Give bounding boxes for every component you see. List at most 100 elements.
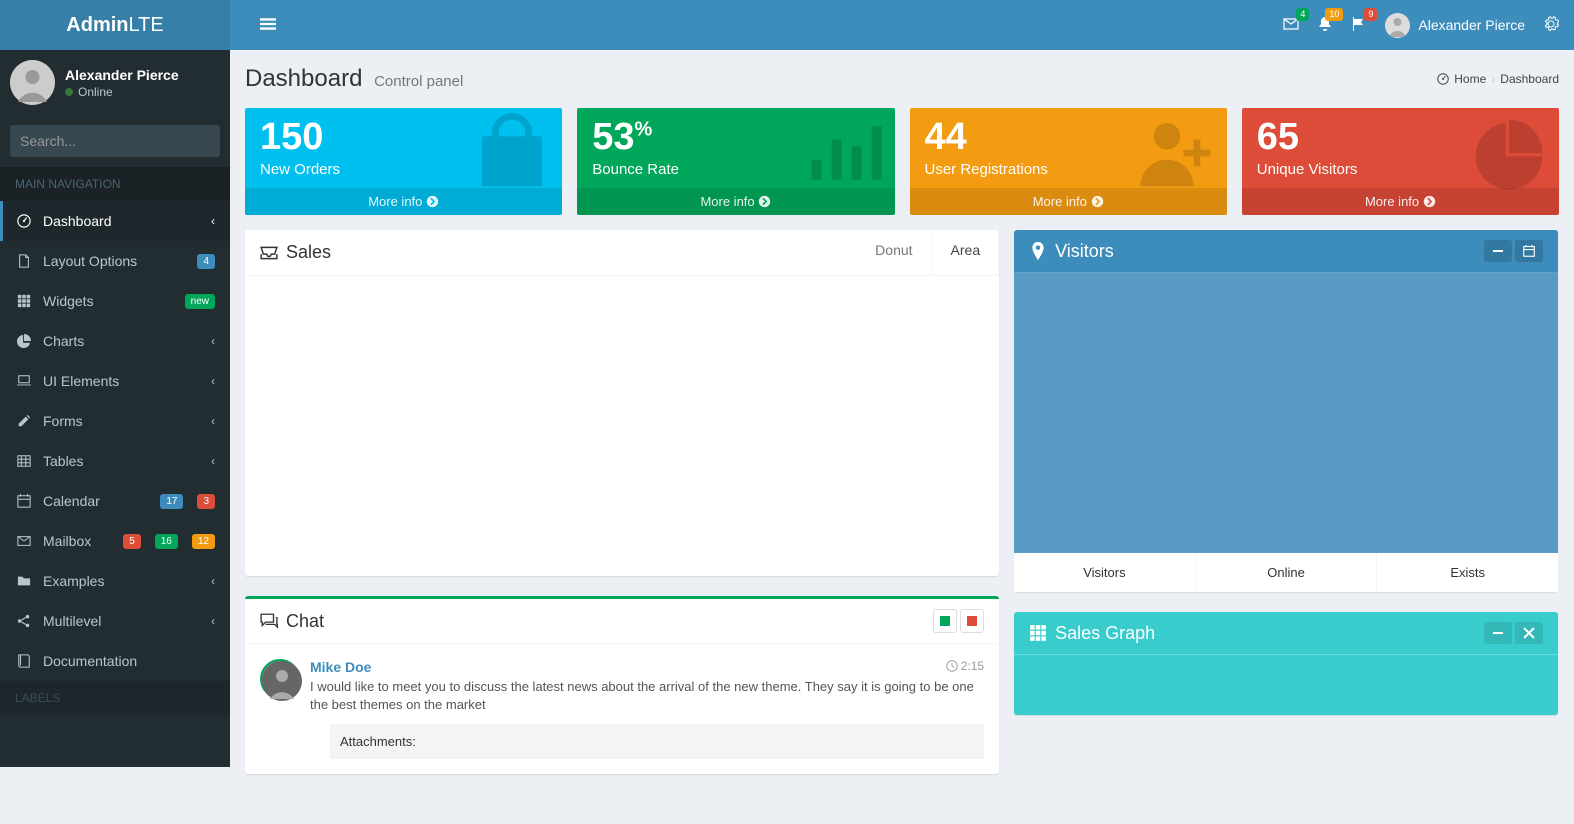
content: 150 New Orders More info 53% Bounce Rate… [230, 93, 1574, 824]
visitors-map-body[interactable] [1014, 273, 1558, 553]
chevron-left-icon: ‹ [211, 214, 215, 228]
sidebar-menu: Dashboard ‹ Layout Options 4 Widgets new… [0, 201, 230, 681]
minus-icon [1492, 245, 1504, 257]
map-marker-icon [1029, 242, 1047, 260]
sidebar-item-multilevel[interactable]: Multilevel ‹ [0, 601, 230, 641]
share-icon [15, 613, 33, 629]
pie-chart-icon [15, 333, 33, 349]
person-add-icon [1137, 113, 1217, 209]
sidebar-item-tables[interactable]: Tables ‹ [0, 441, 230, 481]
chevron-left-icon: ‹ [211, 574, 215, 588]
sidebar-item-layout[interactable]: Layout Options 4 [0, 241, 230, 281]
visitors-stat-1: Visitors [1014, 553, 1196, 592]
visitors-footer: Visitors Online Exists [1014, 553, 1558, 592]
sidebar-user-status[interactable]: Online [65, 85, 179, 99]
main-row: Sales Donut Area Chat [245, 230, 1559, 794]
stat-user-registrations: 44 User Registrations More info [910, 108, 1227, 215]
sidebar-search-button[interactable] [211, 125, 220, 157]
sales-graph-box: Sales Graph [1014, 612, 1558, 715]
sidebar-nav-header: MAIN NAVIGATION [0, 167, 230, 201]
tasks-menu[interactable]: 9 [1351, 16, 1367, 35]
tasks-badge: 9 [1364, 8, 1377, 21]
visitors-box: Visitors Visitors Online Exists [1014, 230, 1558, 592]
book-icon [15, 653, 33, 669]
sidebar-item-ui-elements[interactable]: UI Elements ‹ [0, 361, 230, 401]
messages-menu[interactable]: 4 [1283, 16, 1299, 35]
tab-area[interactable]: Area [932, 230, 1000, 275]
sidebar-user-avatar [10, 60, 55, 105]
chat-body: Mike Doe 2:15 I would like to meet you t… [245, 644, 999, 774]
th-icon [1029, 624, 1047, 642]
user-menu[interactable]: Alexander Pierce [1385, 13, 1525, 38]
calendar-badge-1: 17 [160, 494, 183, 509]
box-calendar-button[interactable] [1515, 240, 1543, 262]
box-remove-button[interactable] [1515, 622, 1543, 644]
control-sidebar-toggle[interactable] [1543, 16, 1559, 35]
minus-icon [1492, 627, 1504, 639]
edit-icon [15, 413, 33, 429]
chat-message-text: I would like to meet you to discuss the … [310, 678, 984, 714]
square-green-icon [940, 616, 950, 626]
inbox-icon [260, 244, 278, 262]
stat-unique-visitors: 65 Unique Visitors More info [1242, 108, 1559, 215]
box-collapse-button[interactable] [1484, 240, 1512, 262]
envelope-icon [15, 533, 33, 549]
laptop-icon [15, 373, 33, 389]
bag-icon [472, 113, 552, 209]
sidebar-item-widgets[interactable]: Widgets new [0, 281, 230, 321]
chat-status-busy-button[interactable] [960, 609, 984, 633]
tab-donut[interactable]: Donut [856, 230, 931, 275]
sidebar-item-mailbox[interactable]: Mailbox 5 16 12 [0, 521, 230, 561]
mailbox-badge-3: 12 [192, 534, 215, 549]
arrow-circle-right-icon [1091, 195, 1104, 208]
sidebar-user-name: Alexander Pierce [65, 67, 179, 83]
widgets-badge: new [185, 294, 215, 309]
box-collapse-button[interactable] [1484, 622, 1512, 644]
chevron-left-icon: ‹ [211, 414, 215, 428]
chat-sender-name[interactable]: Mike Doe [310, 659, 371, 675]
sidebar-item-charts[interactable]: Charts ‹ [0, 321, 230, 361]
sidebar-item-forms[interactable]: Forms ‹ [0, 401, 230, 441]
chat-attachment: Attachments: [330, 724, 984, 759]
times-icon [1523, 627, 1535, 639]
sidebar-item-examples[interactable]: Examples ‹ [0, 561, 230, 601]
brand-logo[interactable]: AdminLTE [0, 0, 230, 50]
th-icon [15, 293, 33, 309]
chat-status-online-button[interactable] [933, 609, 957, 633]
chevron-left-icon: ‹ [211, 334, 215, 348]
breadcrumb-home[interactable]: Home [1454, 72, 1486, 86]
messages-badge: 4 [1296, 8, 1309, 21]
bars-icon [260, 16, 276, 32]
pie-graph-icon [1469, 113, 1549, 209]
arrow-circle-right-icon [758, 195, 771, 208]
main-header: AdminLTE 4 10 9 Alexander Pierce [0, 0, 1574, 50]
sales-chart-body [245, 276, 999, 576]
chat-message: Mike Doe 2:15 I would like to meet you t… [260, 659, 984, 759]
square-red-icon [967, 616, 977, 626]
dashboard-icon [15, 213, 33, 229]
stat-bounce-rate: 53% Bounce Rate More info [577, 108, 894, 215]
top-navbar: 4 10 9 Alexander Pierce [230, 0, 1574, 50]
online-status-dot-icon [65, 88, 73, 96]
comments-icon [260, 612, 278, 630]
sidebar-user-panel: Alexander Pierce Online [0, 50, 230, 115]
breadcrumb: Home › Dashboard [1437, 72, 1559, 86]
sales-box: Sales Donut Area [245, 230, 999, 576]
sidebar-item-documentation[interactable]: Documentation [0, 641, 230, 681]
sidebar-search-input[interactable] [10, 125, 211, 157]
breadcrumb-current: Dashboard [1500, 72, 1559, 86]
dashboard-icon [1437, 72, 1449, 86]
clock-icon [946, 660, 958, 672]
sales-graph-body [1014, 655, 1558, 715]
notifications-menu[interactable]: 10 [1317, 16, 1333, 35]
sidebar-toggle-button[interactable] [245, 1, 291, 50]
calendar-badge-2: 3 [197, 494, 215, 509]
content-wrapper: Dashboard Control panel Home › Dashboard… [230, 50, 1574, 824]
stat-row: 150 New Orders More info 53% Bounce Rate… [245, 108, 1559, 215]
visitors-stat-2: Online [1196, 553, 1378, 592]
calendar-icon [15, 493, 33, 509]
layout-badge: 4 [197, 254, 215, 269]
sidebar-item-calendar[interactable]: Calendar 17 3 [0, 481, 230, 521]
sidebar-item-dashboard[interactable]: Dashboard ‹ [0, 201, 230, 241]
files-icon [15, 253, 33, 269]
